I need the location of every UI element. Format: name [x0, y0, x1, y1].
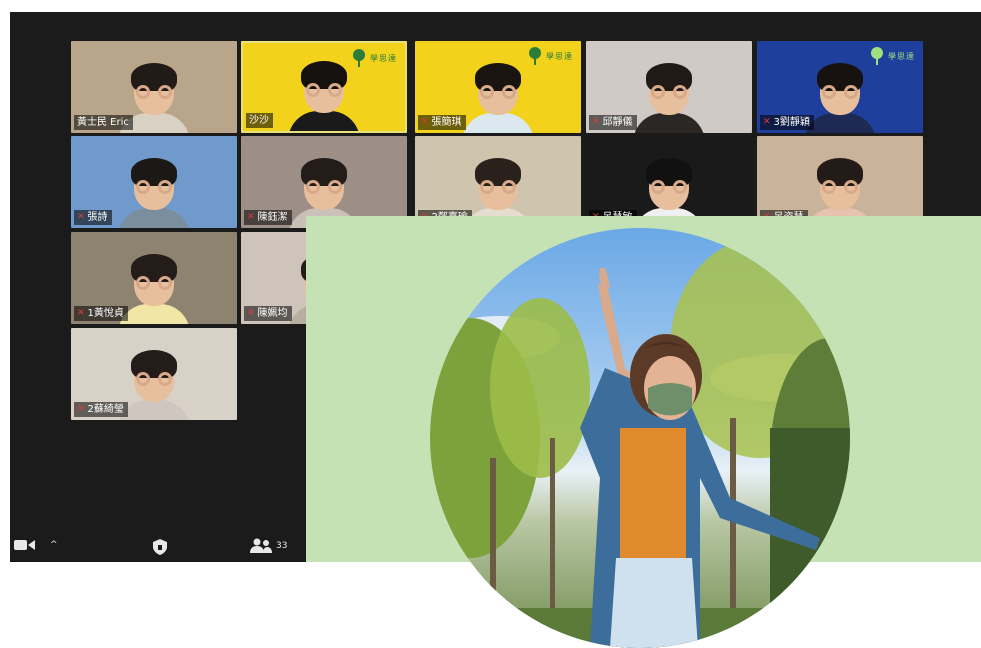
participant-name: 沙沙: [249, 115, 269, 126]
participant-name-tag: ✕ 邱靜儀: [589, 115, 637, 130]
participant-figure: [286, 53, 362, 131]
tree-logo-icon: [528, 47, 542, 65]
virtual-background-logo: 學思達: [352, 49, 397, 67]
participant-name-tag: ✕ 3劉靜穎: [760, 115, 814, 130]
participant-name-tag: 沙沙: [246, 113, 273, 128]
participant-figure: [116, 150, 192, 228]
muted-mic-icon: ✕: [77, 212, 85, 222]
tree-logo-icon: [870, 47, 884, 65]
participant-figure: [460, 55, 536, 133]
participant-name: 1黃悅貞: [87, 308, 124, 319]
muted-mic-icon: ✕: [247, 308, 255, 318]
participant-figure: [631, 55, 707, 133]
participant-name: 邱靜儀: [602, 117, 633, 128]
participant-video-tile[interactable]: 學思達 ✕ 3劉靜穎: [757, 41, 923, 133]
muted-mic-icon: ✕: [77, 404, 85, 414]
logo-text: 學思達: [546, 51, 573, 61]
participant-name-tag: ✕ 張簡琪: [418, 115, 466, 130]
featured-photo-card: [306, 216, 981, 648]
teacher-photo-illustration: [430, 238, 850, 648]
participant-name-tag: ✕ 2蘇綺瑩: [74, 402, 128, 417]
participant-name: 張簡琪: [431, 117, 462, 128]
participants-button[interactable]: 33: [250, 538, 287, 554]
participant-name: 3劉靜穎: [773, 117, 810, 128]
participant-video-tile[interactable]: ✕呂姿慧: [757, 136, 923, 228]
participants-count: 33: [276, 541, 288, 551]
video-camera-icon: [14, 540, 35, 550]
participant-video-tile[interactable]: 黃士民 Eric: [71, 41, 237, 133]
participant-video-tile[interactable]: ✕ 邱靜儀: [586, 41, 752, 133]
participant-name-tag: ✕ 張詩: [74, 210, 112, 225]
video-options-caret[interactable]: ^: [50, 540, 58, 550]
participant-name: 張詩: [87, 212, 108, 223]
muted-mic-icon: ✕: [592, 117, 600, 127]
participant-name: 陳姵均: [257, 308, 288, 319]
participant-name: 黃士民 Eric: [77, 117, 129, 128]
participant-video-tile[interactable]: ✕ 陳鈺潔: [241, 136, 407, 228]
participant-video-tile[interactable]: 學思達沙沙: [241, 41, 407, 133]
logo-text: 學思達: [888, 51, 915, 61]
participant-video-tile[interactable]: ✕ 2蘇綺瑩: [71, 328, 237, 420]
participant-video-tile[interactable]: ✕2鄭嘉瑜: [415, 136, 581, 228]
logo-text: 學思達: [370, 53, 397, 63]
muted-mic-icon: ✕: [421, 117, 429, 127]
participant-video-tile[interactable]: ✕呂慧敏: [586, 136, 752, 228]
muted-mic-icon: ✕: [247, 212, 255, 222]
participant-name: 陳鈺潔: [257, 212, 288, 223]
featured-photo: [430, 228, 850, 648]
virtual-background-logo: 學思達: [870, 47, 915, 65]
participant-name-tag: 黃士民 Eric: [74, 115, 133, 130]
muted-mic-icon: ✕: [763, 117, 771, 127]
participants-icon: [250, 538, 272, 553]
participant-name-tag: ✕ 1黃悅貞: [74, 306, 128, 321]
shield-icon: [153, 539, 167, 555]
tree-logo-icon: [352, 49, 366, 67]
participant-name-tag: ✕ 陳姵均: [244, 306, 292, 321]
muted-mic-icon: ✕: [77, 308, 85, 318]
participant-video-tile[interactable]: 學思達 ✕ 張簡琪: [415, 41, 581, 133]
security-button[interactable]: [152, 538, 168, 556]
participant-name: 2蘇綺瑩: [87, 404, 124, 415]
start-video-button[interactable]: ^: [14, 538, 58, 552]
participant-video-tile[interactable]: ✕ 1黃悅貞: [71, 232, 237, 324]
participant-video-tile[interactable]: ✕ 張詩: [71, 136, 237, 228]
virtual-background-logo: 學思達: [528, 47, 573, 65]
participant-name-tag: ✕ 陳鈺潔: [244, 210, 292, 225]
